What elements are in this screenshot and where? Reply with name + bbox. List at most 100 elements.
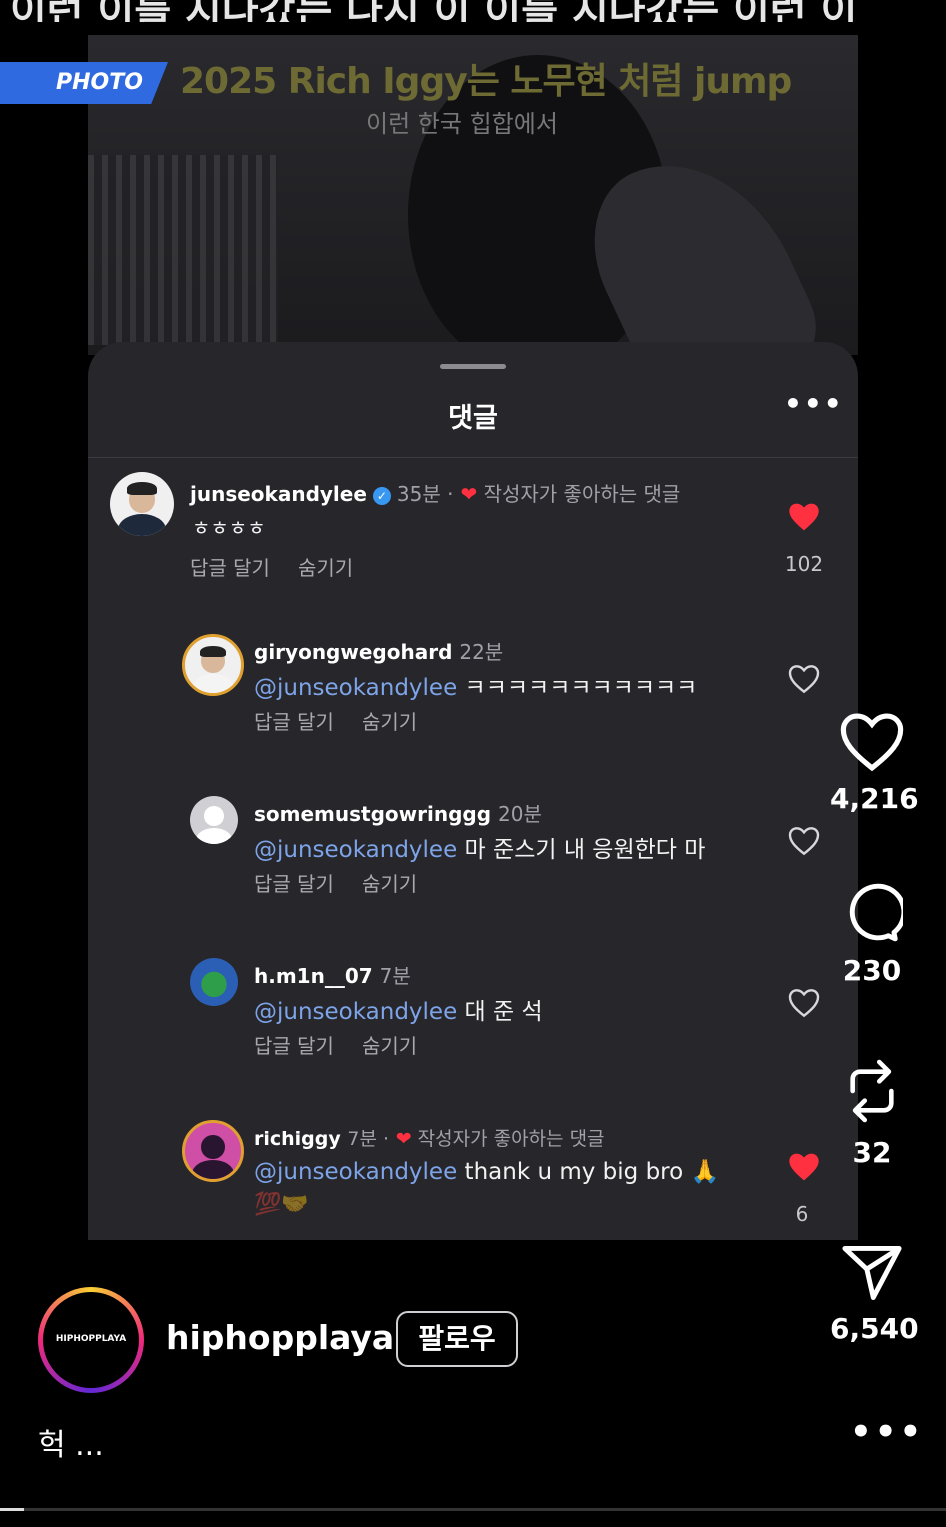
verified-icon: ✓ bbox=[372, 486, 391, 505]
like-count: 6 bbox=[795, 1202, 809, 1226]
comment-username[interactable]: junseokandylee bbox=[190, 482, 367, 506]
reply-button[interactable]: 답글 달기 bbox=[254, 710, 334, 734]
video-progress-bar[interactable] bbox=[0, 1508, 946, 1511]
mention-link[interactable]: @junseokandylee bbox=[254, 675, 457, 701]
comment-count: 230 bbox=[842, 954, 902, 987]
comment-body: thank u my big bro 🙏 bbox=[457, 1159, 720, 1185]
heart-icon: ❤ bbox=[395, 1128, 412, 1150]
reply-item: h.m1n__07 7분 @junseokandylee 대 준 석 답글 달기… bbox=[88, 958, 858, 1068]
comment-header: richiggy 7분 · ❤ 작성자가 좋아하는 댓글 bbox=[254, 1124, 605, 1151]
hide-button[interactable]: 숨기기 bbox=[362, 710, 417, 734]
comment-username[interactable]: richiggy bbox=[254, 1128, 341, 1150]
comment-username[interactable]: giryongwegohard bbox=[254, 640, 452, 664]
post-caption[interactable]: 헉 ... bbox=[38, 1420, 104, 1464]
comment-header: giryongwegohard 22분 bbox=[254, 636, 503, 665]
share-count: 6,540 bbox=[830, 1312, 919, 1345]
creator-liked-tag: ❤ 작성자가 좋아하는 댓글 bbox=[396, 1128, 605, 1150]
comment-text: @junseokandylee thank u my big bro 🙏 bbox=[254, 1158, 719, 1185]
liked-heart-icon[interactable] bbox=[788, 1152, 820, 1182]
mention-link[interactable]: @junseokandylee bbox=[254, 1159, 457, 1185]
creator-liked-label: 작성자가 좋아하는 댓글 bbox=[483, 482, 681, 506]
like-count: 4,216 bbox=[830, 782, 919, 815]
avatar-hair bbox=[200, 645, 226, 658]
heart-icon[interactable] bbox=[788, 988, 820, 1018]
comment-text: @junseokandylee 마 준스기 내 응원한다 마 bbox=[254, 830, 705, 864]
comment-actions: 답글 달기 숨기기 bbox=[190, 552, 381, 581]
repost-icon[interactable] bbox=[843, 1056, 901, 1126]
send-icon[interactable] bbox=[841, 1244, 903, 1302]
comment-username[interactable]: h.m1n__07 bbox=[254, 964, 373, 988]
comment-time: 7분 · bbox=[347, 1128, 390, 1150]
avatar-body bbox=[117, 514, 167, 536]
like-action[interactable]: 4,216 bbox=[830, 712, 919, 815]
comment-header: h.m1n__07 7분 bbox=[254, 960, 411, 989]
comment-text: @junseokandylee 대 준 석 bbox=[254, 992, 543, 1026]
comment-body: ㅋㅋㅋㅋㅋㅋㅋㅋㅋㅋㅋ bbox=[457, 675, 698, 701]
photo-badge: PHOTO bbox=[0, 62, 168, 104]
reply-button[interactable]: 답글 달기 bbox=[254, 872, 334, 896]
like-count: 102 bbox=[784, 552, 824, 576]
reply-item: somemustgowringgg 20분 @junseokandylee 마 … bbox=[88, 796, 858, 906]
comment-time: 22분 bbox=[459, 640, 504, 664]
comment-actions: 답글 달기 숨기기 bbox=[254, 1030, 445, 1059]
comment-item: junseokandylee ✓ 35분 · ❤ 작성자가 좋아하는 댓글 ㅎㅎㅎㅎ… bbox=[88, 472, 858, 582]
sheet-drag-handle[interactable] bbox=[440, 364, 506, 369]
liked-heart-icon[interactable] bbox=[788, 502, 820, 532]
photo-title: 2025 Rich Iggy는 노무현 처럼 jump bbox=[180, 61, 792, 102]
sheet-divider bbox=[88, 457, 858, 458]
comment-time: 20분 bbox=[498, 802, 542, 826]
hide-button[interactable]: 숨기기 bbox=[362, 872, 417, 896]
follow-button[interactable]: 팔로우 bbox=[396, 1311, 518, 1367]
avatar[interactable] bbox=[182, 634, 244, 696]
reply-item: giryongwegohard 22분 @junseokandylee ㅋㅋㅋㅋ… bbox=[88, 634, 858, 744]
reply-button[interactable]: 답글 달기 bbox=[254, 1034, 334, 1058]
comment-emoji-line: 💯🤝 bbox=[254, 1192, 309, 1217]
profile-logo-text: HIPHOPPLAYA bbox=[55, 1334, 127, 1344]
mention-link[interactable]: @junseokandylee bbox=[254, 999, 457, 1025]
heart-icon[interactable] bbox=[839, 712, 905, 772]
avatar-head bbox=[203, 805, 225, 826]
comment-header: somemustgowringgg 20분 bbox=[254, 798, 542, 827]
avatar[interactable] bbox=[190, 796, 238, 844]
heart-icon[interactable] bbox=[788, 664, 820, 694]
avatar-head bbox=[201, 1135, 225, 1159]
reply-item: richiggy 7분 · ❤ 작성자가 좋아하는 댓글 @junseokand… bbox=[88, 1120, 858, 1240]
comment-actions: 답글 달기 숨기기 bbox=[254, 868, 445, 897]
top-cropped-caption-text: 이런 이를 지나갔는 나지 이 이를 지나갔는 이런 이 bbox=[10, 0, 857, 22]
hide-button[interactable]: 숨기기 bbox=[298, 556, 353, 580]
comment-username[interactable]: somemustgowringgg bbox=[254, 802, 491, 826]
comment-time: 7분 bbox=[379, 964, 411, 988]
top-cropped-caption: 이런 이를 지나갔는 나지 이 이를 지나갔는 이런 이 bbox=[0, 0, 946, 22]
photo-subtitle: 이런 한국 힙합에서 bbox=[366, 110, 558, 138]
creator-liked-tag: ❤ 작성자가 좋아하는 댓글 bbox=[460, 482, 680, 506]
comment-text: @junseokandylee ㅋㅋㅋㅋㅋㅋㅋㅋㅋㅋㅋ bbox=[254, 668, 697, 702]
comment-action[interactable]: 230 bbox=[830, 882, 914, 987]
comment-actions: 답글 달기 숨기기 bbox=[254, 706, 445, 735]
progress-fill bbox=[0, 1508, 24, 1511]
avatar[interactable] bbox=[110, 472, 174, 536]
avatar[interactable] bbox=[190, 958, 238, 1006]
post-more-icon[interactable]: ••• bbox=[850, 1412, 924, 1452]
profile-avatar[interactable]: HIPHOPPLAYA bbox=[38, 1287, 144, 1393]
more-options-icon[interactable]: ••• bbox=[784, 390, 844, 418]
share-action[interactable]: 6,540 bbox=[830, 1244, 919, 1345]
comment-body: 대 준 석 bbox=[457, 999, 543, 1025]
hide-button[interactable]: 숨기기 bbox=[362, 1034, 417, 1058]
repost-count: 32 bbox=[852, 1136, 892, 1169]
reply-button[interactable]: 답글 달기 bbox=[190, 556, 270, 580]
avatar-body bbox=[191, 1159, 235, 1179]
avatar-hair bbox=[127, 482, 157, 496]
heart-icon[interactable] bbox=[788, 826, 820, 856]
comment-text: ㅎㅎㅎㅎ bbox=[192, 516, 266, 540]
comments-sheet: 댓글 ••• junseokandylee ✓ 35분 · ❤ 작성자가 좋아하는 … bbox=[88, 342, 858, 1240]
heart-icon: ❤ bbox=[460, 482, 478, 506]
photo-texture bbox=[88, 155, 278, 345]
comment-bubble-icon[interactable] bbox=[841, 882, 903, 944]
avatar[interactable] bbox=[182, 1120, 244, 1182]
avatar-body bbox=[191, 673, 235, 693]
comment-body: 마 준스기 내 응원한다 마 bbox=[457, 837, 706, 863]
mention-link[interactable]: @junseokandylee bbox=[254, 837, 457, 863]
photo-badge-label: PHOTO bbox=[56, 70, 143, 95]
post-username[interactable]: hiphopplaya bbox=[166, 1318, 394, 1357]
repost-action[interactable]: 32 bbox=[830, 1056, 914, 1169]
